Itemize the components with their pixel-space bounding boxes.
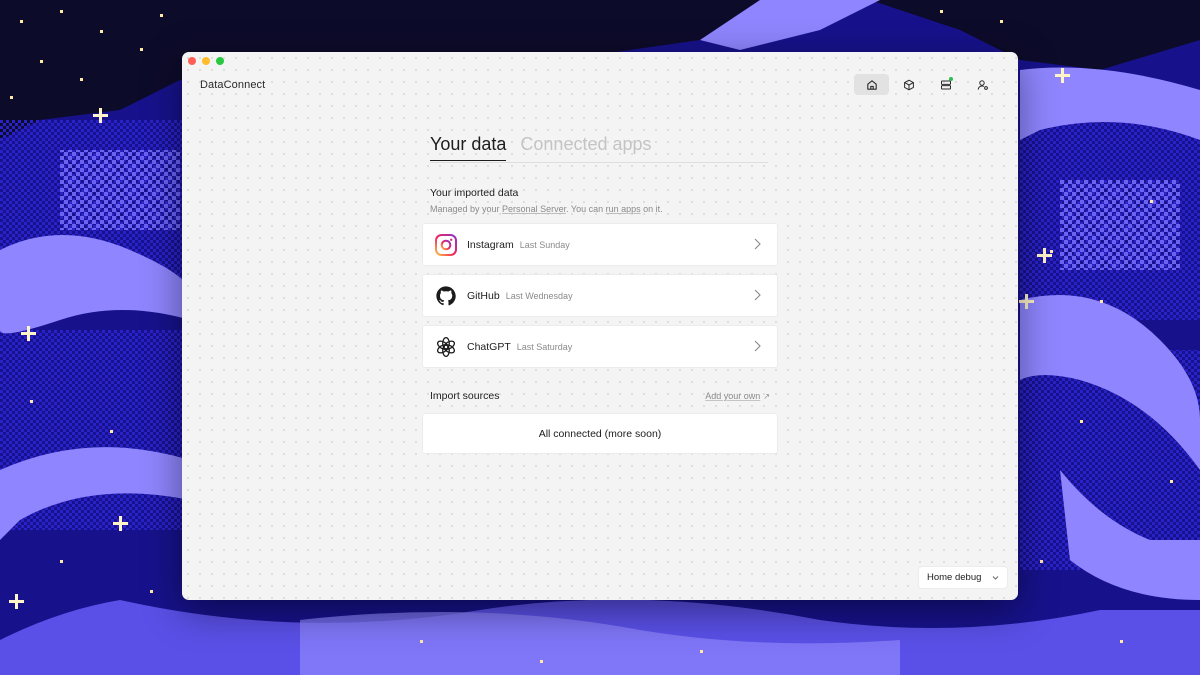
import-sources-heading: Import sources: [430, 390, 500, 402]
description-text: . You can: [566, 204, 606, 214]
user-settings-icon: [977, 79, 988, 90]
app-window: DataConnect Your data Connected apps You…: [182, 52, 1018, 600]
source-name: ChatGPT: [467, 340, 511, 353]
source-date: Last Wednesday: [505, 290, 573, 301]
imported-data-list: Instagram Last Sunday GitHub Last Wednes…: [422, 223, 778, 368]
maximize-window-button[interactable]: [216, 57, 224, 65]
add-your-own-link[interactable]: Add your own ↗: [705, 391, 770, 401]
description-text: Managed by your: [430, 204, 503, 214]
import-sources-empty-state: All connected (more soon): [422, 413, 778, 454]
tab-connected-apps[interactable]: Connected apps: [520, 134, 651, 162]
window-controls: [188, 57, 224, 65]
imported-data-heading: Your imported data: [430, 187, 519, 199]
main-content: Your data Connected apps Your imported d…: [422, 134, 778, 454]
account-nav-button[interactable]: [965, 74, 1000, 95]
add-your-own-label: Add your own: [705, 391, 761, 401]
data-source-github[interactable]: GitHub Last Wednesday: [422, 274, 778, 317]
external-arrow-icon: ↗: [763, 392, 770, 401]
chevron-right-icon: [754, 289, 761, 301]
data-source-chatgpt[interactable]: ChatGPT Last Saturday: [422, 325, 778, 368]
source-name: Instagram: [467, 238, 514, 251]
instagram-icon: [435, 233, 457, 256]
server-nav-button[interactable]: [928, 74, 963, 95]
home-icon: [866, 79, 877, 90]
chevron-down-icon: [992, 576, 999, 580]
cube-icon: [903, 79, 914, 90]
chevron-right-icon: [754, 340, 761, 352]
source-date: Last Sunday: [519, 239, 570, 250]
data-source-instagram[interactable]: Instagram Last Sunday: [422, 223, 778, 266]
imported-data-description: Managed by your Personal Server. You can…: [430, 204, 778, 214]
tab-your-data[interactable]: Your data: [430, 134, 507, 161]
app-title: DataConnect: [200, 79, 266, 91]
close-window-button[interactable]: [188, 57, 196, 65]
tab-bar: Your data Connected apps: [430, 134, 768, 163]
personal-server-link[interactable]: Personal Server: [502, 204, 566, 214]
run-apps-link[interactable]: run apps: [606, 204, 641, 214]
debug-view-selected: Home debug: [927, 572, 982, 583]
description-text: on it.: [640, 204, 663, 214]
source-date: Last Saturday: [516, 341, 573, 352]
top-navigation: [854, 74, 1000, 95]
server-status-indicator: [949, 77, 953, 81]
github-icon: [435, 285, 457, 307]
source-name: GitHub: [467, 289, 500, 302]
minimize-window-button[interactable]: [202, 57, 210, 65]
import-sources-header: Import sources Add your own ↗: [430, 390, 770, 402]
home-nav-button[interactable]: [854, 74, 889, 95]
apps-nav-button[interactable]: [891, 74, 926, 95]
chevron-right-icon: [754, 238, 761, 250]
chatgpt-icon: [435, 336, 457, 358]
debug-view-select[interactable]: Home debug: [918, 566, 1008, 589]
